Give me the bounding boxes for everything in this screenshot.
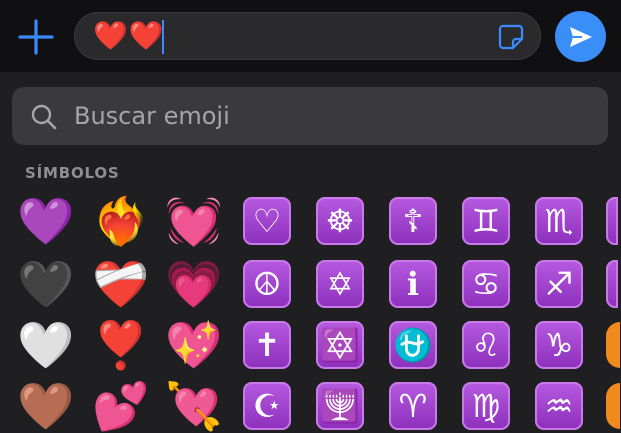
- send-arrow-icon: [570, 27, 592, 47]
- emoji-cell[interactable]: ☮: [241, 258, 293, 310]
- emoji-tile-partial: [606, 260, 618, 308]
- emoji-cell[interactable]: ❤️‍🔥: [92, 194, 150, 248]
- emoji-cell[interactable]: 💘: [165, 379, 223, 433]
- emoji-cell[interactable]: [606, 380, 621, 432]
- emoji-cell[interactable]: [606, 195, 621, 247]
- emoji-glyph: 💕: [92, 379, 150, 433]
- section-title: SÍMBOLOS: [25, 164, 120, 182]
- emoji-cell[interactable]: 💜: [17, 194, 75, 248]
- emoji-cell[interactable]: 🕎: [314, 380, 366, 432]
- emoji-tile-partial: [606, 197, 618, 245]
- emoji-cell[interactable]: ⛎: [387, 319, 439, 371]
- emoji-tile: ♋: [462, 260, 510, 308]
- emoji-cell[interactable]: [606, 319, 621, 371]
- emoji-tile: ♌: [462, 321, 510, 369]
- emoji-glyph: 💓: [165, 194, 223, 248]
- emoji-cell[interactable]: 🤍: [17, 318, 75, 372]
- emoji-cell[interactable]: ♐: [533, 258, 585, 310]
- emoji-tile: ♡: [243, 197, 291, 245]
- emoji-tile: ✡: [316, 260, 364, 308]
- emoji-cell[interactable]: ♊: [460, 195, 512, 247]
- emoji-cell[interactable]: ☦: [387, 195, 439, 247]
- emoji-search-field[interactable]: Buscar emoji: [12, 87, 608, 145]
- sticker-icon[interactable]: [497, 23, 525, 51]
- emoji-cell[interactable]: 💖: [165, 318, 223, 372]
- emoji-tile: ♊: [462, 197, 510, 245]
- emoji-cell[interactable]: ☪: [241, 380, 293, 432]
- emoji-tile: ℹ: [389, 260, 437, 308]
- emoji-glyph: 💗: [165, 257, 223, 311]
- emoji-cell[interactable]: ✡: [314, 258, 366, 310]
- search-placeholder: Buscar emoji: [74, 102, 230, 130]
- emoji-glyph: 🖤: [17, 257, 75, 311]
- emoji-cell[interactable]: ❤️‍🩹: [92, 257, 150, 311]
- emoji-cell[interactable]: ✝: [241, 319, 293, 371]
- emoji-glyph: ❣️: [92, 318, 150, 372]
- emoji-glyph: 💜: [17, 194, 75, 248]
- emoji-cell[interactable]: 🔯: [314, 319, 366, 371]
- message-input[interactable]: ❤️❤️: [74, 12, 541, 60]
- emoji-cell[interactable]: 💓: [165, 194, 223, 248]
- text-caret: [162, 20, 164, 54]
- emoji-tile: ⛎: [389, 321, 437, 369]
- emoji-cell[interactable]: ℹ: [387, 258, 439, 310]
- emoji-cell[interactable]: ☸: [314, 195, 366, 247]
- emoji-cell[interactable]: ♒: [533, 380, 585, 432]
- emoji-tile: ☦: [389, 197, 437, 245]
- composer-bar: ❤️❤️: [0, 0, 621, 72]
- emoji-cell[interactable]: 💕: [92, 379, 150, 433]
- emoji-glyph-partial: [606, 322, 620, 368]
- emoji-tile: ☸: [316, 197, 364, 245]
- emoji-tile: ✝: [243, 321, 291, 369]
- emoji-tile: ♍: [462, 382, 510, 430]
- emoji-cell[interactable]: [606, 258, 621, 310]
- emoji-tile: ♑: [535, 321, 583, 369]
- plus-icon[interactable]: [16, 17, 56, 57]
- emoji-glyph: 💖: [165, 318, 223, 372]
- emoji-glyph: 🤎: [17, 379, 75, 433]
- search-icon: [31, 104, 57, 130]
- emoji-tile: ♈: [389, 382, 437, 430]
- emoji-glyph: ❤️‍🔥: [92, 194, 150, 248]
- emoji-tile: ♏: [535, 197, 583, 245]
- emoji-cell[interactable]: ❣️: [92, 318, 150, 372]
- emoji-cell[interactable]: ♏: [533, 195, 585, 247]
- send-button[interactable]: [555, 11, 606, 62]
- emoji-tile: 🕎: [316, 382, 364, 430]
- emoji-tile: ♒: [535, 382, 583, 430]
- emoji-glyph-partial: [606, 383, 620, 429]
- emoji-cell[interactable]: ♋: [460, 258, 512, 310]
- emoji-glyph: 💘: [165, 379, 223, 433]
- emoji-cell[interactable]: ♑: [533, 319, 585, 371]
- emoji-cell[interactable]: ♈: [387, 380, 439, 432]
- emoji-cell[interactable]: 🖤: [17, 257, 75, 311]
- emoji-tile: ☮: [243, 260, 291, 308]
- message-text: ❤️❤️: [93, 19, 165, 52]
- emoji-tile: ☪: [243, 382, 291, 430]
- emoji-cell[interactable]: ♍: [460, 380, 512, 432]
- emoji-cell[interactable]: 💗: [165, 257, 223, 311]
- emoji-glyph: 🤍: [17, 318, 75, 372]
- emoji-cell[interactable]: ♌: [460, 319, 512, 371]
- emoji-cell[interactable]: 🤎: [17, 379, 75, 433]
- emoji-tile: ♐: [535, 260, 583, 308]
- emoji-tile: 🔯: [316, 321, 364, 369]
- emoji-glyph: ❤️‍🩹: [92, 257, 150, 311]
- emoji-cell[interactable]: ♡: [241, 195, 293, 247]
